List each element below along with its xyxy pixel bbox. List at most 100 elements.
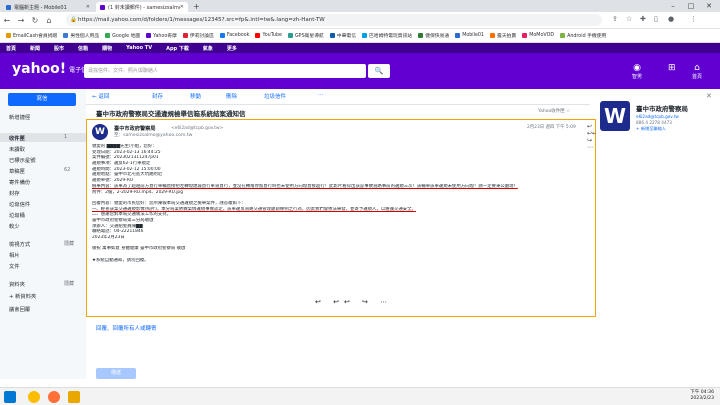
- yahoo-logo[interactable]: yahoo! 電子信箱: [12, 61, 93, 77]
- folder-count: 隱藏: [64, 281, 75, 287]
- sidebar-folder[interactable]: 文件: [9, 262, 20, 270]
- apps-button[interactable]: ⊞: [668, 63, 676, 73]
- yahoo-nav-item[interactable]: 首頁: [6, 45, 16, 52]
- bookmark-item[interactable]: Android 手機使用: [560, 32, 606, 39]
- yahoo-nav-item[interactable]: 氣象: [203, 45, 213, 52]
- start-icon[interactable]: [4, 391, 16, 403]
- back-icon[interactable]: ←: [0, 16, 14, 25]
- toolbar-button[interactable]: ← 返回: [92, 92, 109, 100]
- forward-icon[interactable]: →: [14, 16, 28, 25]
- close-window-button[interactable]: ✕: [700, 0, 718, 12]
- yahoo-nav-item[interactable]: 購物: [102, 45, 112, 52]
- toolbar-button[interactable]: 刪除: [226, 92, 237, 100]
- new-tab-button[interactable]: +: [193, 2, 200, 12]
- browser-tab[interactable]: 電腦新主題 - Mobile01 ✕: [2, 2, 94, 12]
- recipient: 至：samesizsalmo@yahoo.com.tw: [114, 133, 193, 138]
- sidebar-folder[interactable]: 未讀取: [9, 145, 25, 153]
- minimize-button[interactable]: –: [664, 0, 682, 12]
- contact-name: 臺中市政府警察局: [636, 105, 688, 113]
- chrome-icon[interactable]: [28, 391, 40, 403]
- yahoo-nav-item[interactable]: Yahoo TV: [126, 45, 152, 51]
- url-field[interactable]: 🔒 https://mail.yahoo.com/d/folders/1/mes…: [66, 14, 602, 26]
- compose-button[interactable]: 寫信: [8, 93, 76, 106]
- bookmark-item[interactable]: 男性個人用品: [63, 32, 99, 39]
- sidebar-folder[interactable]: 封存: [9, 189, 20, 197]
- close-icon[interactable]: ✕: [180, 4, 184, 10]
- body-line: ★系統自動通知，請勿回覆。: [92, 257, 149, 263]
- bookmark-item[interactable]: MoMoVOD: [522, 33, 554, 38]
- folder-count: 62: [64, 167, 71, 173]
- add-contact-link[interactable]: + 新增至聯絡人: [636, 126, 666, 132]
- sidebar-folder[interactable]: 檢視方式: [9, 240, 30, 248]
- yahoo-nav-item[interactable]: App 下載: [166, 45, 189, 52]
- home-button[interactable]: ⌂ 首頁: [692, 63, 702, 80]
- account-button[interactable]: ◉ 智男: [632, 63, 642, 80]
- bookmark-item[interactable]: Google 地圖: [105, 32, 140, 39]
- sidebar-folder[interactable]: 已標示星號: [9, 156, 36, 164]
- menu-icon[interactable]: ⋮: [690, 15, 697, 23]
- toolbar-button[interactable]: 移動: [190, 92, 201, 100]
- favicon-icon: [6, 4, 11, 10]
- reply-link[interactable]: 回覆、回覆所有人或轉寄: [96, 324, 157, 332]
- sidepanel-icon[interactable]: ▯: [654, 15, 658, 23]
- system-clock[interactable]: 下午 04:36 2023/2/23: [672, 390, 714, 402]
- bookmark-item[interactable]: 伊莉討論區: [182, 32, 214, 39]
- sidebar-folder[interactable]: 垃圾信件: [9, 200, 30, 208]
- search-button[interactable]: 🔍: [368, 64, 390, 78]
- toolbar-button[interactable]: 垃圾信件: [264, 92, 286, 100]
- browser-tab-active[interactable]: (1 封未讀郵件) - samesizsalmo ✕: [96, 2, 188, 12]
- mail-subject: 臺中市政府警察局交通違規檢舉信箱系統結案通知信: [96, 110, 246, 118]
- sidebar-folder[interactable]: 相片: [9, 251, 20, 259]
- yahoo-nav-item[interactable]: 更多: [227, 45, 237, 52]
- yahoo-nav-item[interactable]: 新聞: [30, 45, 40, 52]
- reload-icon[interactable]: ↻: [28, 16, 42, 25]
- bookmark-item[interactable]: Facebook: [219, 33, 249, 38]
- send-button[interactable]: 傳送: [96, 368, 136, 379]
- sidebar-folder[interactable]: 收件匣: [9, 134, 25, 142]
- bookmark-icon: [455, 33, 461, 38]
- toolbar-button[interactable]: ⋯: [318, 92, 324, 98]
- yahoo-nav-item[interactable]: 股市: [54, 45, 64, 52]
- maximize-button[interactable]: □: [682, 0, 700, 12]
- sidebar-folder[interactable]: 資料夾: [9, 280, 25, 288]
- bookmark-item[interactable]: EmailCash會員捐贈: [6, 32, 57, 39]
- sidebar-folder[interactable]: 垃圾桶: [9, 211, 25, 219]
- bookmark-item[interactable]: 中華電信: [329, 32, 356, 39]
- sidebar-folder[interactable]: 草稿匣: [9, 167, 25, 175]
- star-icon[interactable]: ☆: [626, 15, 632, 23]
- bookmark-icon: [182, 33, 188, 38]
- sender-name[interactable]: 臺中市政府警察局: [114, 125, 156, 132]
- bookmark-item[interactable]: 露天拍賣: [490, 32, 516, 39]
- toolbar-button[interactable]: 封存: [152, 92, 163, 100]
- sidebar-folder[interactable]: + 新資料夾: [9, 292, 36, 300]
- profile-icon[interactable]: ●: [668, 15, 674, 23]
- sidebar-folder[interactable]: 較少: [9, 222, 20, 230]
- sidebar-folder[interactable]: 議會回覆: [9, 305, 30, 313]
- close-icon[interactable]: ✕: [86, 4, 90, 10]
- yahoo-nav-item[interactable]: 信箱: [78, 45, 88, 52]
- sidebar-folder[interactable]: 新增捷徑: [9, 113, 30, 121]
- bookmark-item[interactable]: YouTube: [255, 33, 282, 38]
- bookmark-icon: [63, 33, 69, 38]
- bookmark-icon: [255, 33, 261, 38]
- close-icon[interactable]: ✕: [706, 92, 712, 100]
- bookmark-item[interactable]: GPS衛星導航: [287, 32, 324, 39]
- home-icon[interactable]: ⌂: [42, 16, 56, 25]
- bookmark-item[interactable]: 健保快易通: [418, 32, 449, 39]
- folder-icon[interactable]: [68, 391, 80, 403]
- bookmark-item[interactable]: Mobile01: [455, 33, 484, 38]
- sidebar-folder[interactable]: 寄件備份: [9, 178, 30, 186]
- share-icon[interactable]: ⇪: [612, 15, 618, 23]
- firefox-icon[interactable]: [48, 391, 60, 403]
- search-input[interactable]: 尋找信件、文件、照片與聯絡人 進階: [84, 64, 427, 90]
- extensions-icon[interactable]: ✚: [640, 15, 646, 23]
- yahoo-top-nav: 首頁 新聞 股市 信箱 購物 Yahoo TV App 下載 氣象 更多: [0, 43, 720, 53]
- sender-email: <e6l2ad@tcpb.gov.tw>: [171, 125, 224, 131]
- bookmark-item[interactable]: 巴哈姆特電玩資訊站: [362, 32, 412, 39]
- reply-icon: ↩: [587, 123, 593, 130]
- contact-email[interactable]: e6l2ad@tcpb.gov.tw: [636, 114, 679, 119]
- bookmark-item[interactable]: Yahoo奇摩: [146, 32, 177, 39]
- folder-sidebar: 寫信 新增捷徑 收件匣 1 未讀取 已標示星號 草稿匣 62 寄件備份 封存 垃圾信件 垃圾桶 較少檢…: [0, 89, 86, 379]
- sender-avatar[interactable]: W: [92, 124, 108, 140]
- bottom-reply-actions[interactable]: ↩ ↩↩ ↪ ⋯: [315, 298, 392, 306]
